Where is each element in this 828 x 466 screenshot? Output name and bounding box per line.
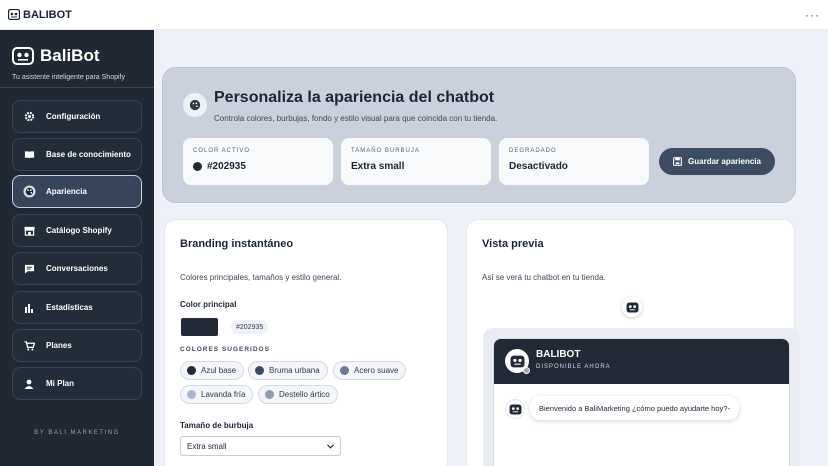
preview-title: Vista previa <box>482 238 544 250</box>
bot-logo-icon <box>509 403 521 415</box>
preview-panel: Vista previa Así se verá tu chatbot en t… <box>466 219 800 466</box>
sidebar-item-mi-plan[interactable]: Mi Plan <box>12 367 142 400</box>
stat-label: DEGRADADO <box>509 148 557 154</box>
suggested-color-chip[interactable]: Destello ártico <box>258 385 338 404</box>
chip-label: Bruma urbana <box>269 366 320 375</box>
preview-subtitle: Así se verá tu chatbot en tu tienda. <box>482 273 606 282</box>
sidebar-item-label: Base de conocimiento <box>46 150 131 159</box>
sidebar-item-apariencia[interactable]: Apariencia <box>12 175 142 208</box>
chip-label: Azul base <box>201 366 237 375</box>
bot-logo-icon <box>8 9 20 20</box>
sidebar-item-label: Apariencia <box>46 187 87 196</box>
color-dot <box>187 390 196 399</box>
sidebar-footer: BY BALI MARKETING <box>34 430 120 436</box>
sidebar-brand-name: BaliBot <box>40 46 100 65</box>
color-dot <box>255 366 264 375</box>
sidebar: BaliBot Tu asistente inteligente para Sh… <box>0 30 154 466</box>
sidebar-item-label: Mi Plan <box>46 379 75 388</box>
color-dot <box>265 390 274 399</box>
chip-label: Lavanda fría <box>201 390 246 399</box>
sidebar-logo: BaliBot <box>12 46 100 66</box>
suggested-color-chip[interactable]: Lavanda fría <box>180 385 254 404</box>
suggested-colors-label: COLORES SUGERIDOS <box>180 346 270 353</box>
stat-gradient: DEGRADADO Desactivado <box>499 138 649 185</box>
bot-logo-icon <box>510 355 524 367</box>
sidebar-item-base-conocimiento[interactable]: Base de conocimiento <box>12 138 142 171</box>
sidebar-item-label: Configuración <box>46 112 101 121</box>
sidebar-item-conversaciones[interactable]: Conversaciones <box>12 252 142 285</box>
bot-avatar <box>505 349 530 374</box>
preview-frame: BALIBOT DISPONIBLE AHORA Bienvenido a Ba… <box>483 328 800 466</box>
branding-title: Branding instantáneo <box>180 238 294 250</box>
stat-value: #202935 <box>207 161 246 172</box>
chip-label: Acero suave <box>354 366 399 375</box>
bot-status: DISPONIBLE AHORA <box>536 364 611 370</box>
stat-bubble-size: TAMAÑO BURBUJA Extra small <box>341 138 491 185</box>
bubble-size-label: Tamaño de burbuja <box>180 421 254 430</box>
bot-logo-icon <box>12 47 34 65</box>
book-icon <box>22 148 36 162</box>
chat-icon <box>22 262 36 276</box>
cart-icon <box>22 339 36 353</box>
online-status-dot <box>523 367 530 374</box>
bot-logo-icon <box>626 301 638 313</box>
message-avatar <box>505 399 525 419</box>
color-dot <box>187 366 196 375</box>
stat-label: COLOR ACTIVO <box>193 148 251 154</box>
primary-color-hex: #202935 <box>231 320 269 334</box>
page-title: Personaliza la apariencia del chatbot <box>214 89 495 106</box>
palette-icon <box>183 93 207 117</box>
branding-panel: Branding instantáneo Colores principales… <box>164 219 448 466</box>
suggested-color-chip[interactable]: Acero suave <box>333 361 407 380</box>
sidebar-item-planes[interactable]: Planes <box>12 329 142 362</box>
save-button-label: Guardar apariencia <box>688 157 761 166</box>
suggested-color-chip[interactable]: Bruma urbana <box>248 361 328 380</box>
app-title: BALIBOT <box>23 8 72 21</box>
store-icon <box>22 224 36 238</box>
chip-label: Destello ártico <box>279 390 330 399</box>
sidebar-item-label: Planes <box>46 341 72 350</box>
palette-icon <box>22 185 36 199</box>
sidebar-tagline: Tu asistente inteligente para Shopify <box>12 74 125 81</box>
more-options-icon[interactable]: ··· <box>805 8 820 22</box>
stat-value: Desactivado <box>509 161 568 172</box>
appearance-hero: Personaliza la apariencia del chatbot Co… <box>162 67 796 203</box>
sidebar-item-estadisticas[interactable]: Estadísticas <box>12 291 142 324</box>
welcome-message-bubble: Bienvenido a BaliMarketing ¿cómo puedo a… <box>530 396 739 420</box>
sidebar-item-label: Conversaciones <box>46 264 108 273</box>
page-subtitle: Controla colores, burbujas, fondo y esti… <box>214 114 498 123</box>
save-icon <box>673 157 682 166</box>
user-icon <box>22 377 36 391</box>
sidebar-item-configuracion[interactable]: Configuración <box>12 100 142 133</box>
save-appearance-button[interactable]: Guardar apariencia <box>659 148 775 175</box>
stat-value: Extra small <box>351 161 405 172</box>
app-topbar: BALIBOT ··· <box>0 0 828 30</box>
primary-color-label: Color principal <box>180 300 237 309</box>
app-brand: BALIBOT <box>8 9 72 21</box>
stat-active-color: COLOR ACTIVO #202935 <box>183 138 333 185</box>
sidebar-item-catalogo-shopify[interactable]: Catálogo Shopify <box>12 214 142 247</box>
stat-label: TAMAÑO BURBUJA <box>351 148 420 154</box>
suggested-color-chip[interactable]: Azul base <box>180 361 245 380</box>
primary-color-picker[interactable] <box>181 318 218 336</box>
color-dot <box>340 366 349 375</box>
chat-header: BALIBOT DISPONIBLE AHORA <box>494 339 789 384</box>
select-value: Extra small <box>187 441 227 451</box>
gear-icon <box>22 110 36 124</box>
color-dot <box>193 162 202 171</box>
chat-launcher-avatar[interactable] <box>622 297 642 317</box>
sidebar-divider <box>0 87 154 88</box>
bot-name: BALIBOT <box>536 349 581 360</box>
bubble-size-select[interactable]: Extra small <box>180 436 341 456</box>
branding-subtitle: Colores principales, tamaños y estilo ge… <box>180 273 342 282</box>
sidebar-item-label: Estadísticas <box>46 303 93 312</box>
bar-chart-icon <box>22 301 36 315</box>
chevron-down-icon <box>327 443 334 449</box>
chat-window: BALIBOT DISPONIBLE AHORA Bienvenido a Ba… <box>493 338 790 466</box>
sidebar-item-label: Catálogo Shopify <box>46 226 112 235</box>
